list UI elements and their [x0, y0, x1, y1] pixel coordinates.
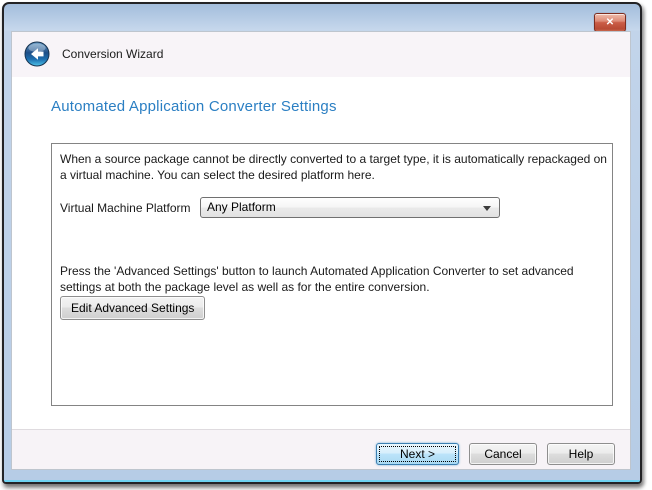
next-button[interactable]: Next >	[376, 443, 459, 465]
back-icon	[24, 55, 50, 70]
help-button[interactable]: Help	[547, 443, 615, 465]
wizard-footer: Next > Cancel Help	[12, 429, 630, 469]
footer-buttons: Next > Cancel Help	[376, 443, 615, 465]
wizard-title: Conversion Wizard	[62, 32, 163, 77]
advanced-description: Press the 'Advanced Settings' button to …	[60, 263, 608, 295]
cancel-button[interactable]: Cancel	[469, 443, 537, 465]
frame-bottom-accent	[4, 480, 640, 482]
wizard-header: Conversion Wizard	[12, 32, 630, 77]
wizard-window: ✕	[2, 2, 642, 484]
vm-platform-label: Virtual Machine Platform	[60, 201, 191, 215]
back-button[interactable]	[24, 41, 50, 67]
edit-advanced-settings-button[interactable]: Edit Advanced Settings	[60, 296, 205, 320]
wizard-body: Automated Application Converter Settings…	[12, 77, 630, 429]
vm-platform-select[interactable]: Any Platform	[200, 197, 500, 218]
close-icon: ✕	[606, 17, 614, 28]
page-heading: Automated Application Converter Settings	[51, 98, 337, 115]
settings-groupbox: When a source package cannot be directly…	[51, 143, 613, 406]
client-area: Conversion Wizard Automated Application …	[11, 31, 631, 470]
titlebar[interactable]: ✕	[4, 4, 640, 31]
vm-platform-selected-value: Any Platform	[207, 198, 276, 217]
platform-description: When a source package cannot be directly…	[60, 151, 608, 183]
chevron-down-icon	[483, 206, 491, 211]
close-button[interactable]: ✕	[594, 13, 626, 32]
